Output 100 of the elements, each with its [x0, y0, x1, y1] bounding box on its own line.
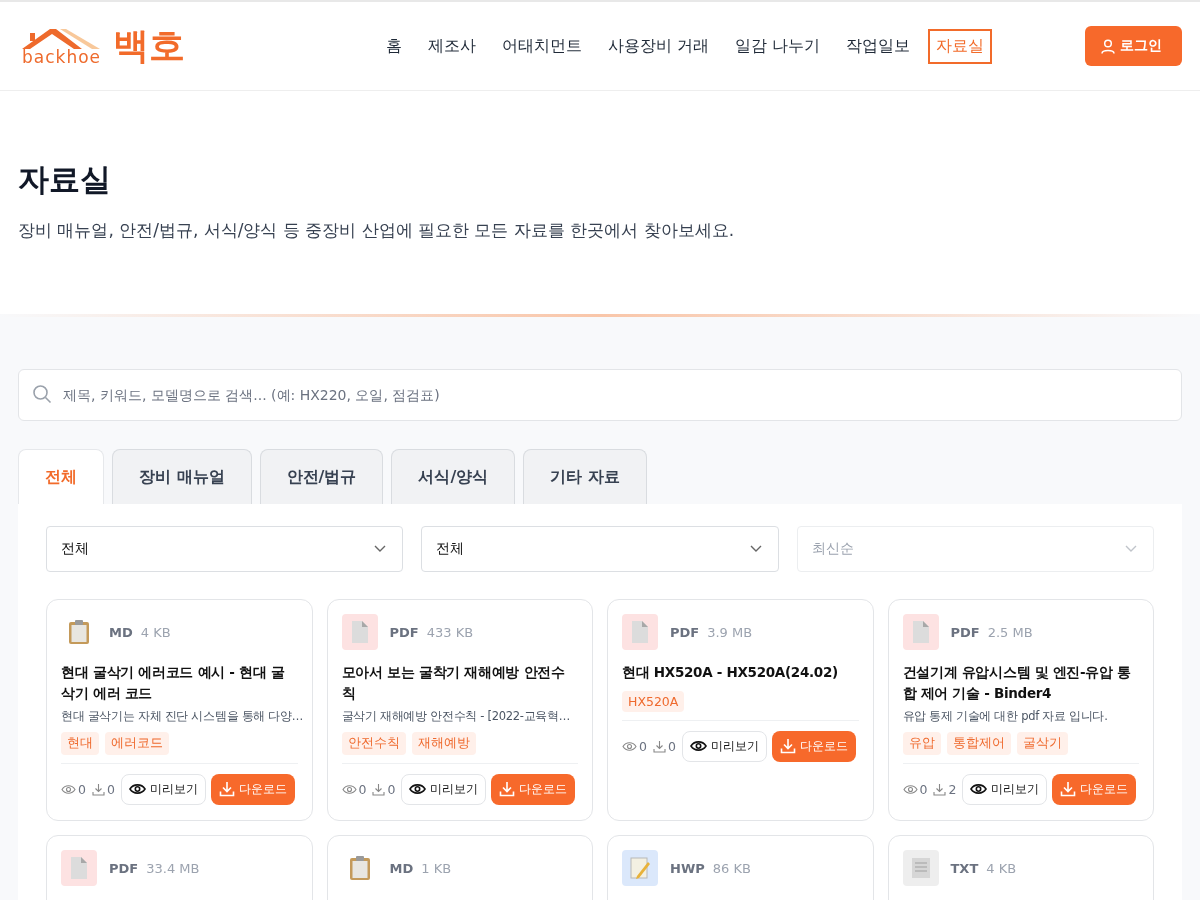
tag-chip[interactable]: 에러코드	[105, 731, 169, 755]
file-size: 4 KB	[986, 860, 1017, 876]
eye-icon	[409, 783, 427, 796]
download-icon	[933, 782, 947, 796]
category-tab[interactable]: 서식/양식	[391, 449, 516, 504]
download-icon	[91, 782, 105, 796]
search-field[interactable]: 제목, 키워드, 모델명으로 검색... (예: HX220, 오일, 점검표)	[18, 369, 1182, 421]
preview-button[interactable]: 미리보기	[401, 773, 487, 805]
eye-icon	[622, 740, 637, 752]
file-type: TXT	[950, 860, 979, 876]
download-icon	[652, 739, 666, 753]
category-tab[interactable]: 기타 자료	[523, 449, 647, 504]
nav-link[interactable]: 일감 나누기	[727, 28, 829, 64]
file-type: MD	[109, 624, 133, 640]
document-icon	[349, 620, 370, 644]
tag-chip[interactable]: 통합제어	[946, 731, 1011, 755]
nav-link[interactable]: 자료실	[928, 28, 993, 64]
view-count: 0	[358, 781, 367, 797]
download-icon	[372, 782, 386, 796]
file-size: 33.4 MB	[146, 860, 200, 876]
download-count: 0	[667, 738, 676, 754]
page-title: 자료실	[18, 160, 112, 199]
download-button[interactable]: 다운로드	[491, 773, 576, 805]
nav-link[interactable]: 홈	[377, 28, 410, 64]
download-count: 0	[387, 781, 396, 797]
nav-link[interactable]: 제조사	[419, 28, 484, 64]
category-tab[interactable]: 전체	[18, 449, 104, 504]
text-file-icon	[909, 856, 932, 880]
tag-chip[interactable]: 유압	[902, 731, 941, 755]
download-icon	[499, 781, 516, 798]
file-size: 86 KB	[712, 860, 751, 876]
eye-icon	[61, 783, 76, 795]
note-pencil-icon	[629, 856, 651, 880]
nav-link[interactable]: 어태치먼트	[493, 28, 590, 64]
eye-icon	[970, 783, 988, 796]
file-size: 3.9 MB	[707, 624, 753, 640]
download-icon	[779, 738, 796, 755]
view-count: 0	[639, 738, 647, 754]
download-button[interactable]: 다운로드	[1052, 773, 1137, 805]
eye-icon	[341, 783, 357, 795]
tag-chip[interactable]: HX520A	[622, 690, 685, 712]
download-button[interactable]: 다운로드	[771, 730, 856, 762]
tag-chip[interactable]: 안전수칙	[341, 731, 406, 755]
document-description: 굴삭기 재해예방 안전수칙 - [2022-교육혁…	[341, 708, 571, 724]
file-size: 2.5 MB	[987, 624, 1033, 640]
document-title: 모아서 보는 굴착기 재해예방 안전수칙	[341, 663, 566, 703]
document-icon	[69, 856, 89, 880]
document-title: 건설기계 유압시스템 및 엔진-유압 통합 제어 기술 - Binder4	[902, 663, 1132, 703]
filter-dropdown[interactable]: 전체	[421, 526, 779, 572]
eye-icon	[128, 783, 146, 796]
document-card[interactable]: MD 1 KB	[326, 835, 593, 900]
document-card[interactable]: PDF 33.4 MB	[46, 835, 313, 900]
document-card[interactable]: TXT 4 KB	[887, 835, 1154, 900]
category-tab[interactable]: 안전/법규	[259, 449, 384, 504]
view-count: 0	[78, 781, 86, 797]
download-count: 2	[948, 781, 957, 797]
page-subtitle: 장비 매뉴얼, 안전/법규, 서식/양식 등 중장비 산업에 필요한 모든 자료를 한곳에서 찾아보세요.	[18, 219, 736, 242]
download-icon	[218, 781, 235, 798]
chevron-down-icon	[1125, 545, 1137, 553]
logo-wordmark[interactable]: backhoe	[22, 48, 102, 66]
download-count: 0	[106, 781, 115, 797]
logo-name[interactable]: 백호	[113, 28, 186, 64]
document-card[interactable]: PDF 433 KB 모아서 보는 굴착기 재해예방 안전수칙 굴삭기 재해예방 안전수칙 - [2022-교육혁… 안전수칙 재해예방 0 0 미리보기 다운로드	[326, 599, 593, 821]
tag-chip[interactable]: 현대	[61, 731, 99, 755]
eye-icon	[689, 740, 707, 753]
file-type: PDF	[109, 860, 139, 876]
document-card[interactable]: PDF 3.9 MB 현대 HX520A - HX520A(24.02) HX520A 0 0 미리보기 다운로드	[607, 599, 874, 821]
file-type: HWP	[670, 860, 705, 876]
chevron-down-icon	[374, 545, 387, 553]
download-button[interactable]: 다운로드	[210, 773, 295, 805]
user-icon	[1101, 38, 1115, 54]
document-title: 현대 HX520A - HX520A(24.02)	[622, 663, 839, 682]
login-button[interactable]: 로그인	[1085, 26, 1182, 66]
chevron-down-icon	[749, 545, 762, 553]
file-type: MD	[389, 860, 414, 876]
category-tab[interactable]: 장비 매뉴얼	[112, 449, 252, 504]
filter-dropdown[interactable]: 전체	[46, 526, 404, 572]
nav-link[interactable]: 사용장비 거래	[599, 28, 717, 64]
document-card[interactable]: MD 4 KB 현대 굴삭기 에러코드 예시 - 현대 굴삭기 에러 코드 현대 굴삭기는 자체 진단 시스템을 통해 다양… 현대 에러코드 0 0 미리보기 다운로드	[46, 599, 313, 821]
preview-button[interactable]: 미리보기	[120, 773, 206, 805]
tag-chip[interactable]: 재해예방	[411, 731, 476, 755]
preview-button[interactable]: 미리보기	[681, 730, 767, 762]
document-card[interactable]: HWP 86 KB	[607, 835, 874, 900]
document-description: 유압 통제 기술에 대한 pdf 자료 입니다.	[902, 708, 1109, 724]
download-icon	[1060, 781, 1077, 798]
eye-icon	[902, 783, 918, 795]
file-size: 433 KB	[426, 624, 474, 640]
file-type: PDF	[670, 624, 700, 640]
file-type: PDF	[950, 624, 980, 640]
document-card[interactable]: PDF 2.5 MB 건설기계 유압시스템 및 엔진-유압 통합 제어 기술 - Binder4 유압 통제 기술에 대한 pdf 자료 입니다. 유압 통합제어 굴삭기 0 2 미리보기 다운로드	[887, 599, 1154, 821]
preview-button[interactable]: 미리보기	[962, 773, 1048, 805]
document-icon	[630, 620, 650, 644]
file-size: 1 KB	[421, 860, 452, 876]
document-title: 현대 굴삭기 에러코드 예시 - 현대 굴삭기 에러 코드	[61, 663, 286, 703]
house-roof-icon	[22, 26, 100, 49]
view-count: 0	[919, 781, 928, 797]
tag-chip[interactable]: 굴삭기	[1016, 731, 1068, 755]
nav-link[interactable]: 작업일보	[838, 28, 919, 64]
clipboard-icon	[68, 619, 90, 645]
clipboard-icon	[348, 855, 371, 881]
